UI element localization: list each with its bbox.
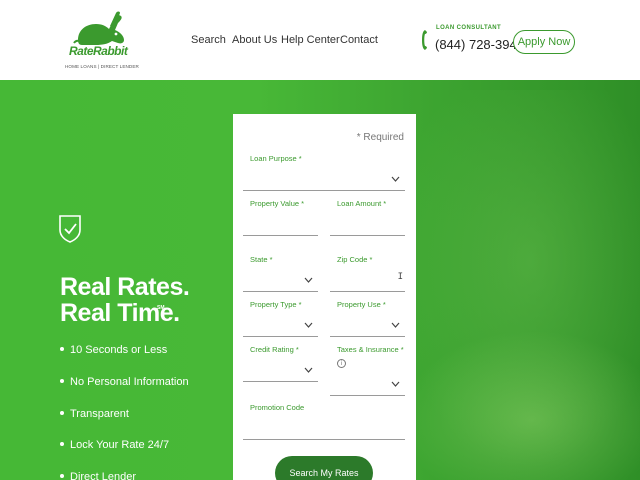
chevron-down-icon bbox=[304, 322, 313, 328]
property-type-label: Property Type * bbox=[250, 300, 302, 309]
zip-code-input[interactable]: Zip Code * I bbox=[330, 255, 405, 292]
text-cursor-icon: I bbox=[397, 272, 403, 282]
state-label: State * bbox=[250, 255, 273, 264]
info-icon[interactable]: i bbox=[337, 359, 346, 368]
bullet-icon bbox=[60, 411, 64, 416]
loan-purpose-select[interactable]: Loan Purpose * bbox=[243, 154, 405, 191]
nav-help-center[interactable]: Help Center bbox=[281, 34, 340, 46]
property-value-label: Property Value * bbox=[250, 199, 305, 208]
hero-title: Real Rates. Real Time. bbox=[60, 273, 190, 327]
feature-item: 10 Seconds or Less bbox=[60, 344, 167, 356]
nav-contact[interactable]: Contact bbox=[340, 34, 378, 46]
rabbit-logo-icon bbox=[73, 11, 124, 45]
feature-label: Lock Your Rate 24/7 bbox=[70, 439, 170, 451]
credit-rating-label: Credit Rating * bbox=[250, 345, 299, 354]
chevron-down-icon bbox=[304, 367, 313, 373]
feature-item: Lock Your Rate 24/7 bbox=[60, 439, 169, 451]
loan-amount-input[interactable]: Loan Amount * bbox=[330, 199, 405, 236]
feature-item: No Personal Information bbox=[60, 376, 189, 388]
bullet-icon bbox=[60, 347, 64, 352]
brand-tagline: HOME LOANS | DIRECT LENDER bbox=[65, 64, 139, 69]
feature-item: Transparent bbox=[60, 408, 129, 420]
property-use-label: Property Use * bbox=[337, 300, 386, 309]
chevron-down-icon bbox=[391, 176, 400, 182]
phone-number[interactable]: (844) 728-3948 bbox=[435, 37, 524, 52]
promotion-code-input[interactable]: Promotion Code bbox=[243, 403, 405, 440]
hero-section: Real Rates. Real Time. SM 10 Seconds or … bbox=[0, 80, 640, 480]
shield-check-icon bbox=[59, 215, 81, 243]
search-my-rates-button[interactable]: Search My Rates bbox=[275, 456, 373, 480]
feature-label: Transparent bbox=[70, 408, 129, 420]
bullet-icon bbox=[60, 474, 64, 479]
phone-icon bbox=[422, 30, 427, 50]
taxes-insurance-label: Taxes & Insurance * bbox=[337, 345, 404, 354]
brand-name: RateRabbit bbox=[69, 44, 128, 58]
feature-label: Direct Lender bbox=[70, 471, 137, 480]
loan-consultant-label: LOAN CONSULTANT bbox=[436, 25, 502, 31]
promotion-code-label: Promotion Code bbox=[250, 403, 305, 412]
nav-about-us[interactable]: About Us bbox=[232, 34, 277, 46]
feature-item: Direct Lender bbox=[60, 471, 136, 480]
hero-photo-hand bbox=[400, 330, 640, 480]
credit-rating-select[interactable]: Credit Rating * bbox=[243, 345, 318, 382]
required-note: * Required bbox=[356, 132, 404, 143]
zip-code-label: Zip Code * bbox=[337, 255, 373, 264]
property-type-select[interactable]: Property Type * bbox=[243, 300, 318, 337]
nav-search[interactable]: Search bbox=[191, 34, 226, 46]
bullet-icon bbox=[60, 442, 64, 447]
rate-search-form: * Required Loan Purpose * Property Value… bbox=[233, 114, 416, 480]
apply-now-button[interactable]: Apply Now bbox=[513, 30, 575, 54]
loan-purpose-label: Loan Purpose * bbox=[250, 154, 302, 163]
hero-title-line2: Real Time. bbox=[60, 299, 180, 327]
hero-title-line1: Real Rates. bbox=[60, 273, 190, 301]
logo[interactable]: RateRabbit HOME LOANS | DIRECT LENDER bbox=[64, 10, 139, 72]
chevron-down-icon bbox=[391, 381, 400, 387]
chevron-down-icon bbox=[304, 277, 313, 283]
feature-label: No Personal Information bbox=[70, 376, 189, 388]
property-use-select[interactable]: Property Use * bbox=[330, 300, 405, 337]
property-value-input[interactable]: Property Value * bbox=[243, 199, 318, 236]
state-select[interactable]: State * bbox=[243, 255, 318, 292]
chevron-down-icon bbox=[391, 322, 400, 328]
feature-label: 10 Seconds or Less bbox=[70, 344, 168, 356]
bullet-icon bbox=[60, 379, 64, 384]
service-mark: SM bbox=[157, 305, 165, 311]
loan-amount-label: Loan Amount * bbox=[337, 199, 387, 208]
taxes-insurance-select[interactable]: Taxes & Insurance * i bbox=[330, 345, 405, 396]
site-header: RateRabbit HOME LOANS | DIRECT LENDER Se… bbox=[0, 0, 640, 80]
